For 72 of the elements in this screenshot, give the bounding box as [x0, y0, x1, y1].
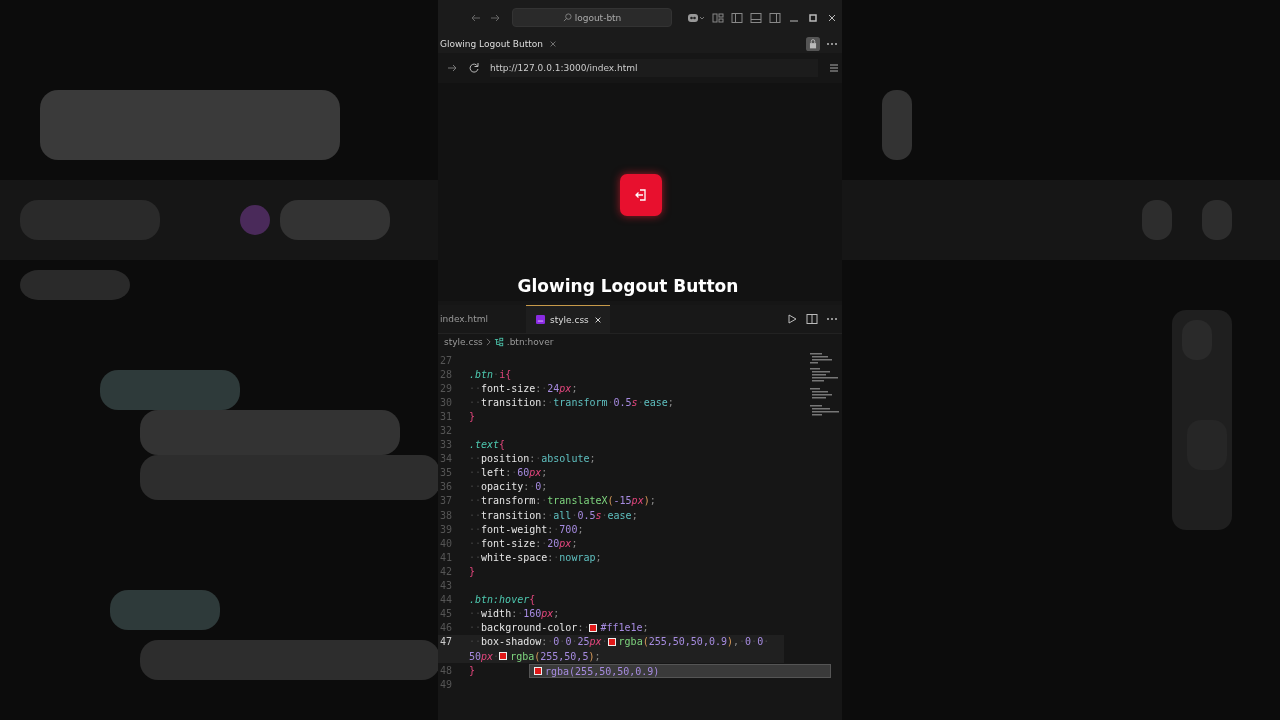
- line-number: 29: [439, 382, 452, 394]
- autocomplete-suggestion[interactable]: rgba(255,50,50,0.9): [529, 664, 831, 678]
- line-number: 27: [439, 354, 452, 366]
- layout-icon[interactable]: [712, 11, 724, 24]
- line-number: 32: [439, 425, 452, 436]
- robot-icon[interactable]: [687, 11, 705, 24]
- code-line: }: [469, 664, 476, 676]
- line-number: 41: [439, 551, 452, 563]
- code-line: ··width:·160px;: [469, 608, 560, 620]
- code-line: ··box-shadow:·0·0·25px· rgba(255,50,50,0.9),·0·0·: [469, 636, 770, 648]
- code-line: ··transition:·transform·0.5s·ease;: [469, 396, 674, 408]
- line-number: 34: [439, 453, 452, 465]
- code-line: ··font-weight:·700;: [469, 523, 584, 535]
- editor-tab[interactable]: index.html: [438, 305, 494, 333]
- lock-icon[interactable]: [806, 37, 820, 51]
- line-number: 46: [439, 622, 452, 634]
- line-number: 39: [439, 523, 452, 535]
- line-number: 44: [439, 594, 452, 606]
- line-number: 42: [439, 565, 452, 577]
- breadcrumb-item[interactable]: .btn:hover: [506, 337, 554, 347]
- line-number: 37: [439, 495, 452, 507]
- line-number: 47: [439, 636, 452, 648]
- line-number: 35: [439, 467, 452, 479]
- line-number: 45: [439, 608, 452, 620]
- line-number: 30: [439, 396, 452, 408]
- code-line: .btn·i{: [469, 368, 512, 380]
- symbol-icon: [493, 337, 504, 347]
- code-line: ··background-color:· #ff1e1e;: [469, 622, 649, 634]
- search-text: logout-btn: [574, 12, 622, 23]
- sidebar-icon[interactable]: [769, 11, 781, 24]
- reload-icon[interactable]: [468, 62, 480, 74]
- minimap-drawing: [810, 353, 840, 419]
- code-line: ··transition:·all·0.5s·ease;: [469, 509, 638, 521]
- sidebar-icon[interactable]: [731, 11, 743, 24]
- code-line: ··position:·absolute;: [469, 453, 596, 465]
- video-caption: Glowing Logout Button: [517, 276, 739, 296]
- editor-tab[interactable]: style.css: [526, 305, 610, 333]
- line-number: 49: [439, 678, 452, 690]
- panel-icon[interactable]: [750, 11, 762, 24]
- line-number: 36: [439, 481, 452, 493]
- forward-icon[interactable]: [446, 62, 458, 74]
- logout-icon: [634, 188, 648, 202]
- code-line: ··transform:·translateX(-15px);: [469, 495, 656, 507]
- split-editor-icon[interactable]: [806, 313, 818, 325]
- code-line: 50px· rgba(255,50,5);: [469, 650, 601, 662]
- line-number: 40: [439, 537, 452, 549]
- code-line: ··font-size:·24px;: [469, 382, 578, 394]
- line-number: 28: [439, 368, 452, 380]
- line-number: 43: [439, 580, 452, 592]
- breadcrumb-item[interactable]: style.css: [444, 337, 483, 347]
- chevron-icon: [485, 338, 491, 346]
- search-icon: [562, 13, 572, 22]
- code-line: }: [469, 410, 476, 422]
- line-number: 33: [439, 439, 452, 451]
- close-icon[interactable]: [593, 315, 602, 324]
- menu-icon[interactable]: [828, 62, 840, 74]
- url-field[interactable]: http://127.0.0.1:3000/index.html: [490, 59, 818, 77]
- line-number: 31: [439, 410, 452, 422]
- css-file-icon: [536, 315, 545, 324]
- run-icon[interactable]: [786, 313, 798, 325]
- line-number: 38: [439, 509, 452, 521]
- code-line: .text{: [469, 439, 506, 451]
- code-line: ··white-space:·nowrap;: [469, 551, 602, 563]
- search-field[interactable]: logout-btn: [512, 8, 672, 27]
- maximize-icon[interactable]: [807, 11, 819, 24]
- code-line: .btn:hover{: [469, 594, 536, 606]
- line-number: 48: [439, 664, 452, 676]
- logout-button[interactable]: [620, 174, 662, 216]
- code-line: ··opacity:·0;: [469, 481, 548, 493]
- code-line: ··font-size:·20px;: [469, 537, 578, 549]
- code-line: ··left:·60px;: [469, 467, 548, 479]
- code-line: }: [469, 565, 476, 577]
